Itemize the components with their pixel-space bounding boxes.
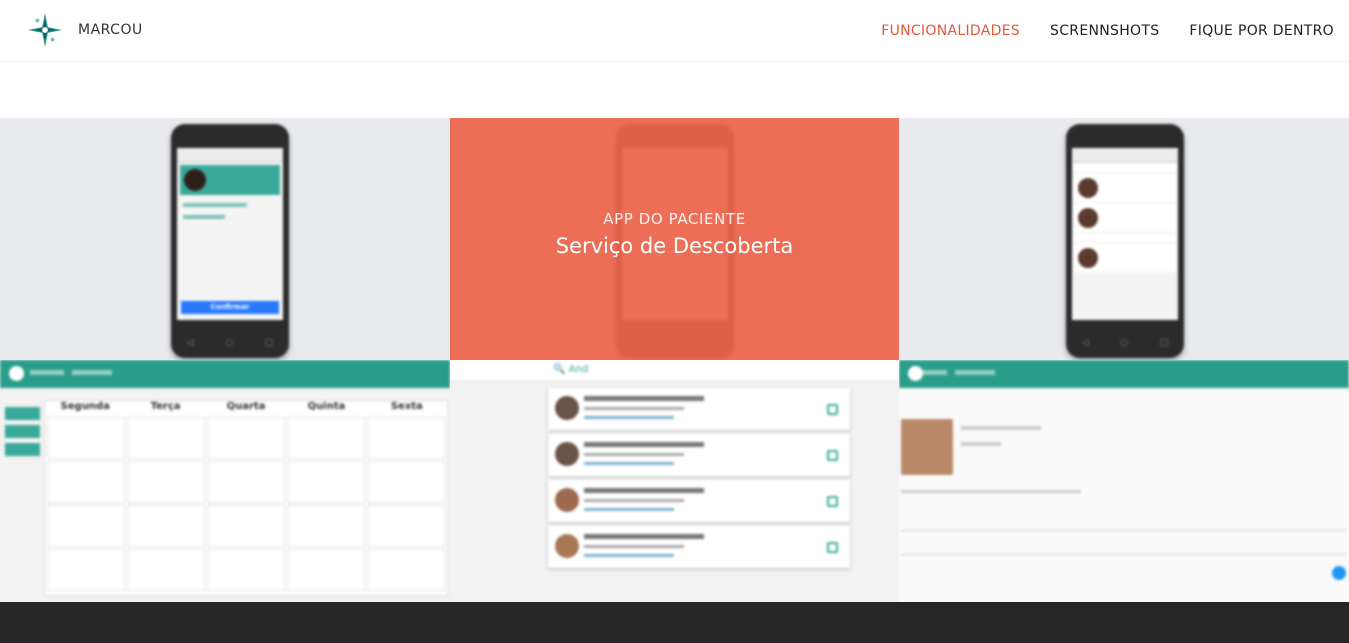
nav-link-fique-por-dentro[interactable]: FIQUE POR DENTRO — [1189, 23, 1334, 39]
app-top-bar — [899, 360, 1349, 388]
nav-link-funcionalidades[interactable]: FUNCIONALIDADES — [881, 23, 1020, 39]
month-header — [1074, 234, 1176, 242]
compass-star-icon — [27, 12, 63, 48]
main-nav: FUNCIONALIDADES SCRENNSHOTS FIQUE POR DE… — [851, 23, 1334, 39]
edit-icon — [827, 496, 838, 507]
phone-screen — [1072, 148, 1178, 320]
phone-nav-keys: ◁ ○ □ — [186, 338, 274, 348]
result-card — [548, 526, 850, 568]
gallery-tile-search-results[interactable]: 🔍 And — [450, 360, 899, 602]
search-bar: 🔍 And — [450, 360, 899, 382]
avatar — [1078, 248, 1098, 268]
avatar — [1078, 178, 1098, 198]
hover-overlay[interactable]: APP DO PACIENTE Serviço de Descoberta — [450, 118, 899, 360]
calendar-weekdays: Segunda Terça Quarta Quinta Sexta — [45, 401, 447, 415]
edit-icon — [827, 542, 838, 553]
edit-icon — [827, 404, 838, 415]
phone-mockup: Confirmar ◁ ○ □ — [171, 124, 289, 358]
search-query: 🔍 And — [553, 364, 589, 375]
confirm-button: Confirmar — [181, 301, 279, 314]
gallery-tile-agenda[interactable]: ◁ ○ □ — [899, 118, 1349, 360]
gallery-tile-novo-prontuario[interactable] — [899, 360, 1349, 602]
app-top-bar — [0, 360, 450, 388]
gallery-tile-servico-descoberta[interactable]: APP DO PACIENTE Serviço de Descoberta — [450, 118, 899, 360]
app-logo-icon — [9, 366, 24, 381]
month-header — [1074, 164, 1176, 172]
calendar-grid — [45, 415, 447, 593]
phone-screen: Confirmar — [177, 148, 283, 320]
calendar: Segunda Terça Quarta Quinta Sexta — [44, 400, 448, 596]
screen-title-bar — [1072, 148, 1178, 162]
gallery-tile-confirm-consulta[interactable]: Confirmar ◁ ○ □ — [0, 118, 450, 360]
agenda-row — [1074, 174, 1176, 202]
doctor-card — [180, 165, 280, 195]
edit-icon — [827, 450, 838, 461]
text-line — [183, 215, 226, 219]
result-card — [548, 434, 850, 476]
agenda-row — [1074, 204, 1176, 232]
brand[interactable]: MARCOU — [26, 11, 143, 49]
avatar — [184, 169, 206, 191]
phone-nav-keys: ◁ ○ □ — [1081, 338, 1169, 348]
overlay-kicker: APP DO PACIENTE — [603, 210, 746, 228]
text-line — [183, 203, 247, 207]
result-card — [548, 388, 850, 430]
phone-mockup: ◁ ○ □ — [1066, 124, 1184, 358]
weekday-label: Terça — [150, 401, 181, 412]
brand-name: MARCOU — [78, 22, 143, 38]
weekday-label: Quinta — [307, 401, 346, 412]
top-navbar: MARCOU FUNCIONALIDADES SCRENNSHOTS FIQUE… — [0, 0, 1349, 62]
screen-title-bar — [177, 148, 283, 162]
agenda-row — [1074, 244, 1176, 272]
add-fab-button — [1332, 566, 1346, 580]
footer-band — [0, 602, 1349, 643]
weekday-label: Sexta — [390, 401, 423, 412]
nav-link-screenshots[interactable]: SCRENNSHOTS — [1050, 23, 1159, 39]
weekday-label: Segunda — [60, 401, 110, 412]
screenshots-gallery: Confirmar ◁ ○ □ APP DO PACIENTE Serviço de… — [0, 118, 1349, 602]
gallery-tile-minha-agenda[interactable]: Segunda Terça Quarta Quinta Sexta — [0, 360, 450, 602]
overlay-title: Serviço de Descoberta — [555, 234, 794, 258]
result-card — [548, 480, 850, 522]
calendar-side-buttons — [5, 407, 40, 461]
avatar — [1078, 208, 1098, 228]
patient-photo — [901, 419, 953, 475]
weekday-label: Quarta — [226, 401, 266, 412]
